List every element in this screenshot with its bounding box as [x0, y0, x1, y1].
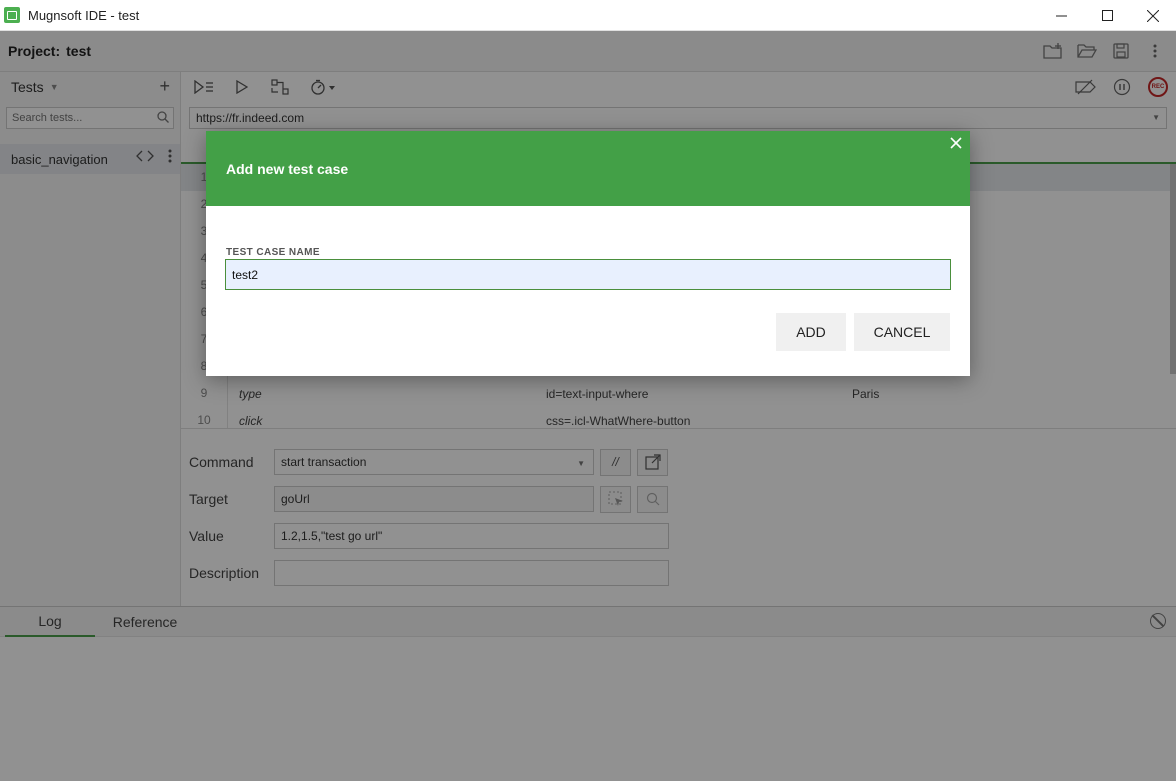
close-icon[interactable]: [948, 136, 964, 152]
close-icon[interactable]: [1130, 0, 1176, 31]
minimize-icon[interactable]: [1038, 0, 1084, 31]
window-titlebar: Mugnsoft IDE - test: [0, 0, 1176, 31]
test-case-name-input[interactable]: [225, 259, 951, 290]
maximize-icon[interactable]: [1084, 0, 1130, 31]
add-button[interactable]: ADD: [776, 313, 846, 351]
app-logo-icon: [4, 7, 20, 23]
window-title: Mugnsoft IDE - test: [28, 7, 140, 23]
cancel-button[interactable]: CANCEL: [854, 313, 950, 351]
test-case-name-label: TEST CASE NAME: [226, 247, 320, 258]
window-controls: [1038, 0, 1176, 31]
dialog-header: Add new test case: [206, 131, 970, 206]
dialog-title: Add new test case: [226, 161, 349, 177]
add-test-case-dialog: Add new test case TEST CASE NAME ADD CAN…: [206, 131, 970, 376]
